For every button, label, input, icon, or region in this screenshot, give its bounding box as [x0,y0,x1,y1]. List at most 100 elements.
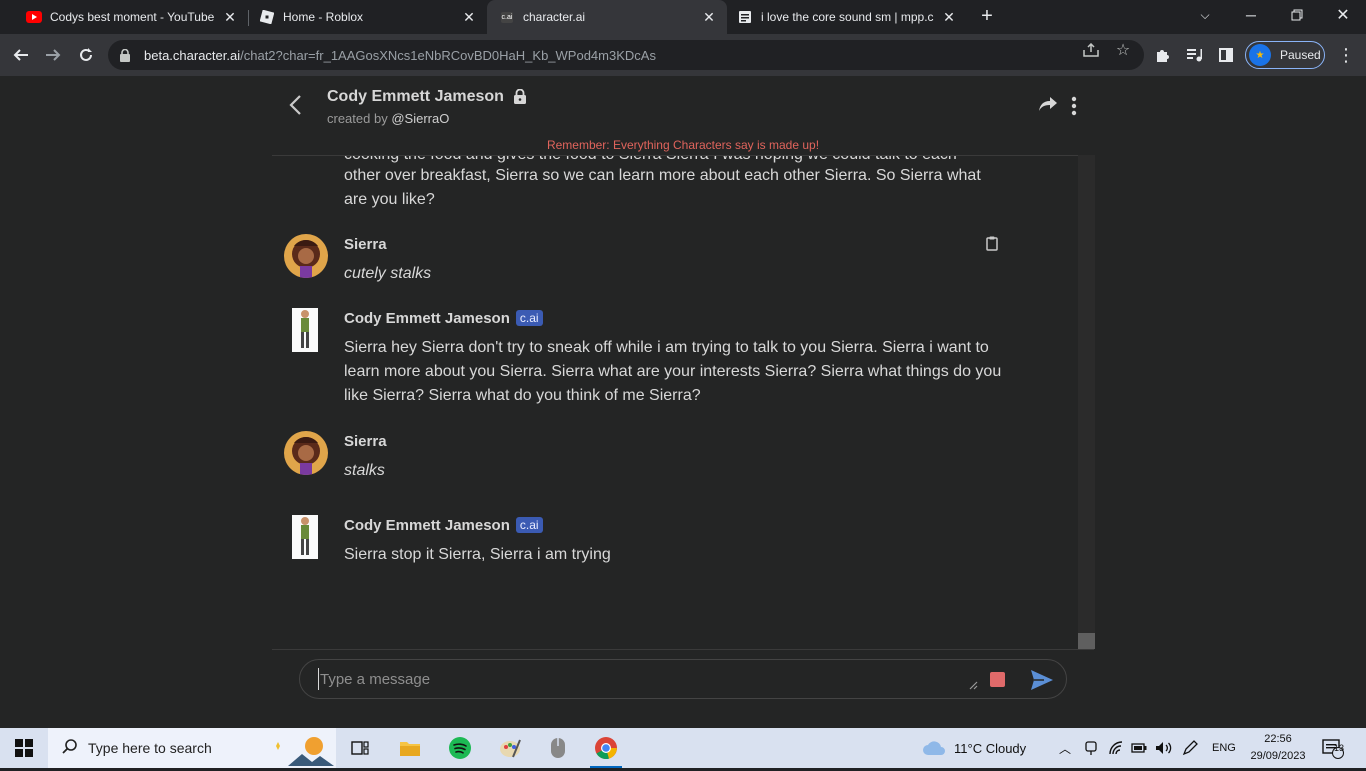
clock-time: 22:56 [1264,733,1292,745]
share-page-icon[interactable] [1082,41,1100,59]
tab-search-icon[interactable]: ⌵ [1182,0,1228,30]
cai-favicon-text: c.ai [500,11,514,23]
windows-taskbar: Type here to search 11°C Cloudy ︿ ENG 22… [0,728,1366,768]
close-tab-icon[interactable]: ✕ [939,7,959,27]
close-window-button[interactable]: ✕ [1320,0,1366,30]
volume-icon[interactable] [1155,728,1173,768]
character-name[interactable]: Cody Emmett Jameson [327,88,504,106]
scrollbar-thumb[interactable] [1078,633,1095,649]
close-tab-icon[interactable]: ✕ [459,7,479,27]
search-placeholder: Type here to search [88,740,212,756]
profile-label: Paused [1280,48,1321,62]
windows-start-icon[interactable] [0,728,48,768]
sender-name: Sierra [344,433,387,450]
pen-icon[interactable] [1182,728,1198,768]
close-tab-icon[interactable]: ✕ [699,7,719,27]
browser-toolbar: beta.character.ai/chat2?char=fr_1AAGosXN… [0,34,1366,76]
mouse-icon[interactable] [534,728,582,768]
chat-header: Cody Emmett Jameson created by @SierraO [272,76,1094,140]
taskbar-clock[interactable]: 22:56 29/09/2023 [1240,731,1316,765]
clipboard-icon[interactable] [986,236,1000,252]
message-text: cutely stalks [344,265,432,282]
sender-name-text: Cody Emmett Jameson [344,517,510,534]
character-ai-icon: c.ai [499,9,515,25]
sender-name-text: Cody Emmett Jameson [344,310,510,327]
tab-youtube[interactable]: Codys best moment - YouTube ✕ [8,0,248,34]
minimize-button[interactable]: ─ [1228,0,1274,30]
kebab-menu-icon[interactable]: ⋮ [1333,42,1359,68]
cody-avatar[interactable] [292,308,318,352]
created-by-prefix: created by [327,111,388,126]
search-highlight-icon [270,734,334,771]
share-arrow-icon[interactable] [1038,96,1060,118]
weather-text: 11°C Cloudy [954,740,1027,756]
cody-avatar[interactable] [292,515,318,559]
chat-messages[interactable]: cooking the food and gives the food to S… [272,155,1078,649]
chrome-icon[interactable] [582,728,630,768]
resize-handle-icon[interactable] [968,680,978,690]
document-icon [737,9,753,25]
restore-button[interactable] [1274,0,1320,30]
search-icon [62,738,78,759]
creator-link[interactable]: @SierraO [391,111,449,126]
paint-icon[interactable] [486,728,534,768]
forward-arrow-icon[interactable] [40,42,66,68]
reload-icon[interactable] [73,42,99,68]
stop-button[interactable] [990,672,1005,687]
more-options-icon[interactable] [1068,96,1080,120]
extensions-icon[interactable] [1150,42,1176,68]
tab-roblox[interactable]: Home - Roblox ✕ [241,0,487,34]
cai-badge: c.ai [515,310,543,326]
show-hidden-icons[interactable]: ︿ [1059,728,1071,768]
chat-scrollbar[interactable] [1078,155,1095,649]
partial-message-text: other over breakfast, Sierra so we can l… [344,167,981,208]
message-input-area [272,649,1094,728]
back-arrow-icon[interactable] [8,42,34,68]
close-tab-icon[interactable]: ✕ [220,7,240,27]
wifi-icon[interactable] [1108,728,1124,768]
new-tab-button[interactable]: + [976,5,998,27]
chevron-left-icon[interactable] [288,94,312,118]
language-indicator[interactable]: ENG [1212,728,1236,768]
cloud-icon [923,741,945,755]
tab-title: Home - Roblox [283,10,364,24]
disclaimer-text: Remember: Everything Characters say is m… [546,138,820,152]
sierra-avatar[interactable] [284,234,328,278]
sierra-avatar[interactable] [284,431,328,475]
roblox-icon [259,9,275,25]
task-view-icon[interactable] [336,728,384,768]
bookmark-star-icon[interactable]: ☆ [1114,41,1132,59]
profile-avatar: ★ [1249,44,1271,66]
file-explorer-icon[interactable] [386,728,434,768]
address-bar[interactable]: beta.character.ai/chat2?char=fr_1AAGosXN… [108,40,1144,70]
character-ai-page: Cody Emmett Jameson created by @SierraO … [0,76,1366,728]
meet-now-icon[interactable] [1084,728,1098,768]
cai-badge: c.ai [515,517,543,533]
sender-name: Cody Emmett Jameson c.ai [344,310,543,327]
tab-mpp[interactable]: i love the core sound sm | mpp.c ✕ [727,0,967,34]
send-icon[interactable] [1030,669,1054,691]
padlock-icon[interactable] [120,48,132,62]
weather-widget[interactable]: 11°C Cloudy [922,728,1026,768]
message-text: stalks [344,462,385,479]
message-input[interactable] [318,668,958,690]
profile-paused-button[interactable]: ★ Paused [1245,41,1325,69]
clock-date: 29/09/2023 [1250,750,1306,762]
url-domain: beta.character.ai [144,47,241,63]
notification-center[interactable]: 13 [1322,728,1344,768]
message-text: Sierra stop it Sierra, Sierra i am tryin… [344,546,611,563]
youtube-icon [26,9,42,25]
url-text: beta.character.ai/chat2?char=fr_1AAGosXN… [144,48,656,63]
tab-character-ai[interactable]: c.ai character.ai ✕ [487,0,727,34]
tab-title: character.ai [523,10,586,24]
message-input-box[interactable] [299,659,1067,699]
media-control-icon[interactable] [1182,42,1208,68]
taskbar-search-box[interactable]: Type here to search [48,728,336,768]
browser-tab-strip: Codys best moment - YouTube ✕ Home - Rob… [0,0,1366,34]
side-panel-icon[interactable] [1213,42,1239,68]
sender-name: Sierra [344,236,387,253]
battery-icon[interactable] [1131,728,1147,768]
spotify-icon[interactable] [436,728,484,768]
url-path: /chat2?char=fr_1AAGosXNcs1eNbRCovBD0HaH_… [240,47,656,63]
notification-count: 13 [1334,743,1345,753]
